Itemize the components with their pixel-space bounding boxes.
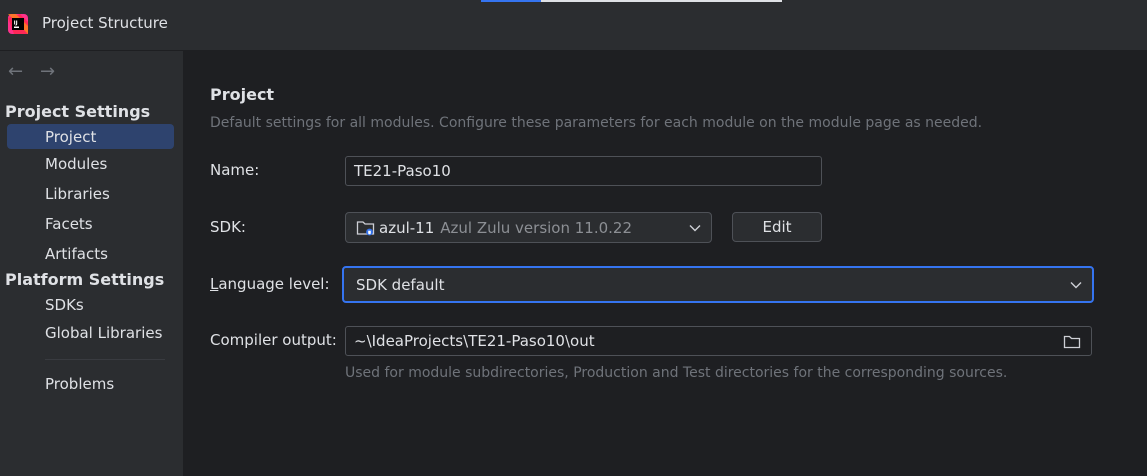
- chevron-down-icon: [1070, 281, 1082, 288]
- sidebar-item-project[interactable]: Project: [45, 128, 96, 146]
- intellij-logo-icon: IJ: [8, 14, 28, 34]
- folder-icon[interactable]: [1063, 334, 1081, 350]
- arrow-left-icon[interactable]: ←: [8, 63, 23, 81]
- page-title: Project: [210, 85, 275, 104]
- arrow-right-icon[interactable]: →: [40, 63, 55, 81]
- sdk-label: SDK:: [210, 218, 246, 236]
- sidebar-item-facets[interactable]: Facets: [45, 215, 93, 233]
- compiler-output-label: Compiler output:: [210, 331, 337, 349]
- sidebar-item-libraries[interactable]: Libraries: [45, 185, 110, 203]
- title-bar: IJ Project Structure: [0, 0, 1147, 51]
- edit-sdk-button[interactable]: Edit: [732, 212, 822, 242]
- name-label: Name:: [210, 161, 260, 179]
- language-level-label: Language level:: [210, 275, 330, 293]
- sdk-folder-icon: [356, 220, 375, 235]
- compiler-output-value: ~\IdeaProjects\TE21-Paso10\out: [354, 332, 595, 350]
- language-level-dropdown[interactable]: SDK default: [342, 266, 1094, 303]
- window-title: Project Structure: [42, 14, 168, 32]
- name-value: TE21-Paso10: [354, 162, 451, 180]
- title-accent-strip: [481, 0, 541, 2]
- title-accent-strip-light: [541, 0, 782, 2]
- language-level-label-text: anguage level:: [218, 275, 330, 293]
- page-description: Default settings for all modules. Config…: [210, 115, 983, 131]
- compiler-output-field[interactable]: ~\IdeaProjects\TE21-Paso10\out: [345, 326, 1092, 356]
- sdk-value: azul-11: [379, 218, 435, 237]
- sidebar-item-problems[interactable]: Problems: [45, 375, 114, 393]
- sidebar-item-sdks[interactable]: SDKs: [45, 296, 84, 314]
- sdk-dropdown[interactable]: azul-11 Azul Zulu version 11.0.22: [345, 212, 712, 243]
- language-level-value: SDK default: [356, 275, 445, 294]
- sidebar-item-global-libraries[interactable]: Global Libraries: [45, 324, 162, 342]
- sidebar-divider: [45, 359, 165, 360]
- group-header-platform-settings: Platform Settings: [5, 270, 165, 289]
- name-field[interactable]: TE21-Paso10: [345, 156, 822, 186]
- sidebar-item-artifacts[interactable]: Artifacts: [45, 245, 108, 263]
- compiler-output-hint: Used for module subdirectories, Producti…: [345, 365, 1008, 381]
- group-header-project-settings: Project Settings: [5, 102, 151, 121]
- sidebar-item-modules[interactable]: Modules: [45, 155, 107, 173]
- svg-text:IJ: IJ: [14, 21, 18, 27]
- chevron-down-icon: [689, 224, 701, 231]
- sdk-detail: Azul Zulu version 11.0.22: [440, 218, 633, 237]
